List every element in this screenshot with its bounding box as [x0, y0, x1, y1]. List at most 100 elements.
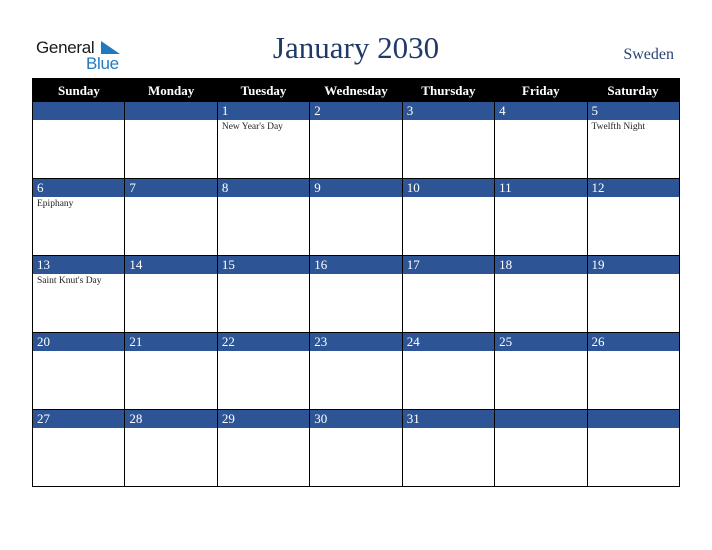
day-number-cell[interactable]: 23 — [309, 332, 403, 351]
day-number-cell[interactable]: 19 — [586, 255, 681, 274]
day-number-cell[interactable] — [586, 409, 681, 428]
holiday-label — [588, 274, 679, 276]
day-cell[interactable] — [124, 351, 218, 410]
day-number: 28 — [129, 411, 143, 426]
day-cell[interactable] — [124, 120, 218, 179]
day-cell[interactable] — [309, 120, 403, 179]
day-cell[interactable] — [124, 274, 218, 333]
day-number-cell[interactable]: 30 — [309, 409, 403, 428]
day-number-cell[interactable]: 13 — [31, 255, 126, 274]
day-cell[interactable] — [401, 274, 496, 333]
weekday-wednesday: Wednesday — [309, 78, 403, 102]
day-cell[interactable] — [494, 120, 588, 179]
day-cell[interactable] — [124, 428, 218, 487]
day-number: 18 — [499, 257, 513, 272]
day-number-cell[interactable]: 15 — [216, 255, 311, 274]
day-cell[interactable] — [586, 274, 681, 333]
day-cell[interactable] — [124, 197, 218, 256]
day-number: 21 — [129, 334, 143, 349]
day-number-cell[interactable] — [31, 102, 126, 120]
day-number-cell[interactable]: 6 — [31, 178, 126, 197]
day-number-cell[interactable]: 29 — [216, 409, 311, 428]
weekday-friday: Friday — [494, 78, 588, 102]
day-number: 12 — [591, 180, 605, 195]
week-event-row: Saint Knut's Day — [31, 274, 681, 333]
day-cell[interactable] — [586, 197, 681, 256]
day-number-cell[interactable]: 8 — [216, 178, 311, 197]
day-number-cell[interactable]: 17 — [401, 255, 496, 274]
day-cell[interactable] — [309, 197, 403, 256]
holiday-label — [588, 351, 679, 353]
day-number-cell[interactable]: 12 — [586, 178, 681, 197]
week-date-band: 6 7 8 9 10 11 12 — [31, 178, 681, 197]
day-cell[interactable] — [216, 274, 311, 333]
day-number-cell[interactable]: 31 — [401, 409, 496, 428]
day-cell[interactable] — [31, 428, 126, 487]
day-number-cell[interactable]: 21 — [124, 332, 218, 351]
day-number-cell[interactable] — [124, 102, 218, 120]
day-number-cell[interactable]: 2 — [309, 102, 403, 120]
day-cell[interactable] — [494, 428, 588, 487]
day-number-cell[interactable]: 18 — [494, 255, 588, 274]
day-number: 25 — [499, 334, 513, 349]
day-number-cell[interactable]: 11 — [494, 178, 588, 197]
day-number-cell[interactable]: 28 — [124, 409, 218, 428]
day-number-cell[interactable]: 10 — [401, 178, 496, 197]
day-number-cell[interactable]: 4 — [494, 102, 588, 120]
day-number-cell[interactable]: 26 — [586, 332, 681, 351]
day-cell[interactable] — [586, 351, 681, 410]
day-number-cell[interactable]: 25 — [494, 332, 588, 351]
day-cell[interactable] — [401, 428, 496, 487]
day-number-cell[interactable]: 24 — [401, 332, 496, 351]
day-cell[interactable] — [216, 197, 311, 256]
day-cell[interactable] — [494, 274, 588, 333]
day-number-cell[interactable]: 1 — [216, 102, 311, 120]
day-cell[interactable]: Epiphany — [31, 197, 126, 256]
day-cell[interactable] — [309, 428, 403, 487]
day-cell[interactable] — [216, 428, 311, 487]
day-number: 20 — [37, 334, 50, 349]
day-cell[interactable]: Saint Knut's Day — [31, 274, 126, 333]
holiday-label: Twelfth Night — [591, 122, 645, 132]
day-cell[interactable] — [309, 274, 403, 333]
holiday-label — [125, 351, 216, 353]
day-number: 15 — [221, 257, 235, 272]
holiday-label — [125, 428, 216, 430]
holiday-label — [495, 428, 586, 430]
day-number-cell[interactable]: 27 — [31, 409, 126, 428]
day-cell[interactable] — [586, 428, 681, 487]
holiday-label — [125, 274, 216, 276]
day-number: 11 — [499, 180, 512, 195]
day-number-cell[interactable]: 9 — [309, 178, 403, 197]
holiday-label — [218, 351, 309, 353]
holiday-label — [403, 120, 494, 122]
country-label: Sweden — [623, 46, 674, 63]
day-number: 1 — [221, 103, 229, 118]
day-number-cell[interactable]: 14 — [124, 255, 218, 274]
day-cell[interactable]: New Year's Day — [216, 120, 311, 179]
day-number: 30 — [314, 411, 328, 426]
day-number-cell[interactable]: 20 — [31, 332, 126, 351]
day-cell[interactable] — [401, 120, 496, 179]
day-cell[interactable] — [494, 351, 588, 410]
day-number-cell[interactable]: 5 — [586, 102, 681, 120]
day-cell[interactable]: Twelfth Night — [586, 120, 681, 179]
day-number: 2 — [314, 103, 321, 118]
day-number: 23 — [314, 334, 328, 349]
day-cell[interactable] — [31, 351, 126, 410]
day-number-cell[interactable]: 22 — [216, 332, 311, 351]
day-number: 3 — [406, 103, 414, 118]
day-cell[interactable] — [401, 197, 496, 256]
day-number-cell[interactable] — [494, 409, 588, 428]
day-cell[interactable] — [494, 197, 588, 256]
holiday-label — [125, 120, 216, 122]
day-number: 29 — [221, 411, 235, 426]
day-cell[interactable] — [401, 351, 496, 410]
day-number-cell[interactable]: 16 — [309, 255, 403, 274]
day-number-cell[interactable]: 7 — [124, 178, 218, 197]
day-cell[interactable] — [309, 351, 403, 410]
day-number-cell[interactable]: 3 — [401, 102, 496, 120]
day-cell[interactable] — [216, 351, 311, 410]
day-cell[interactable] — [31, 120, 126, 179]
holiday-label: Saint Knut's Day — [37, 276, 102, 286]
